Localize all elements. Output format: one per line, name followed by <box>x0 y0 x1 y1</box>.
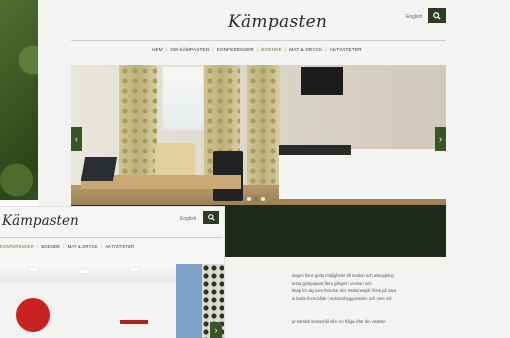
front-nav-boende[interactable]: Boende <box>38 244 63 249</box>
nav-item-aktiviteter[interactable]: Aktiviteter <box>327 47 365 52</box>
site-logo[interactable]: Kämpasten <box>228 12 327 32</box>
search-button[interactable] <box>428 8 446 23</box>
room-laptop <box>80 157 118 181</box>
body-line <box>292 310 396 318</box>
slider-next-button[interactable]: › <box>435 127 446 151</box>
chevron-left-icon: ‹ <box>75 134 78 144</box>
bed-blanket <box>279 145 351 155</box>
body-line: is basis finns både i motionsbygganaden … <box>292 295 392 301</box>
body-line: pt särskilt önskemål eller en fråga infö… <box>292 318 386 324</box>
front-header-divider <box>0 237 222 238</box>
search-icon <box>433 11 441 20</box>
room-bed <box>279 149 446 199</box>
slider-prev-button[interactable]: ‹ <box>71 127 82 151</box>
front-slider-next-button[interactable]: › <box>210 322 222 338</box>
search-icon <box>207 214 215 221</box>
curtain-right <box>247 65 280 205</box>
red-chair <box>120 320 148 324</box>
front-nav-konferenser[interactable]: Konferenser <box>0 244 37 249</box>
chevron-right-icon: › <box>214 325 218 335</box>
nav-item-konferenser[interactable]: Konferenser <box>214 47 257 52</box>
slider-dot-active[interactable] <box>254 197 258 201</box>
nav-item-boende[interactable]: Boende <box>258 47 285 52</box>
ceiling-light <box>80 270 88 273</box>
blue-wall <box>176 264 204 338</box>
front-search-button[interactable] <box>203 211 219 224</box>
body-line: testa gympapass flera gånger i veckan oc… <box>292 280 372 286</box>
ceiling-light <box>130 268 138 271</box>
main-header: Kämpasten English Hem | Om Kämpasten | Kon… <box>38 0 510 58</box>
nav-item-om[interactable]: Om Kämpasten <box>167 47 212 52</box>
slider-dot[interactable] <box>247 197 251 201</box>
english-link[interactable]: English <box>406 14 422 20</box>
front-site-logo[interactable]: Kämpasten <box>2 213 79 229</box>
chevron-right-icon: › <box>439 134 442 144</box>
body-line <box>292 302 396 310</box>
front-nav-aktiviteter[interactable]: Aktiviteter <box>102 244 137 249</box>
front-english-link[interactable]: English <box>180 216 196 222</box>
front-page-preview: Kämpasten English Konferenser | Boende | M… <box>0 207 224 338</box>
body-text: degen finns goda möjligheter till motion… <box>292 272 396 325</box>
conference-room-image: › <box>0 264 224 338</box>
body-line: bkap för dig som föredrar det. Motionssp… <box>292 288 397 294</box>
body-line: degen finns goda möjligheter till motion… <box>292 273 394 278</box>
hero-slider-image: ‹ › <box>71 65 446 205</box>
nav-item-hem[interactable]: Hem <box>149 47 166 52</box>
nav-item-mat[interactable]: Mat & Dryck <box>286 47 325 52</box>
ceiling-light <box>30 268 38 271</box>
header-divider <box>71 40 446 41</box>
room-tv <box>301 67 343 95</box>
red-wall-art <box>16 298 50 332</box>
front-nav: Konferenser | Boende | Mat & Dryck | Aktivi… <box>0 244 137 249</box>
slider-dot[interactable] <box>261 197 265 201</box>
room-window <box>161 65 205 131</box>
front-nav-mat[interactable]: Mat & Dryck <box>65 244 101 249</box>
main-nav: Hem | Om Kämpasten | Konferenser | Boende | … <box>149 47 365 52</box>
slider-dots <box>247 197 265 201</box>
